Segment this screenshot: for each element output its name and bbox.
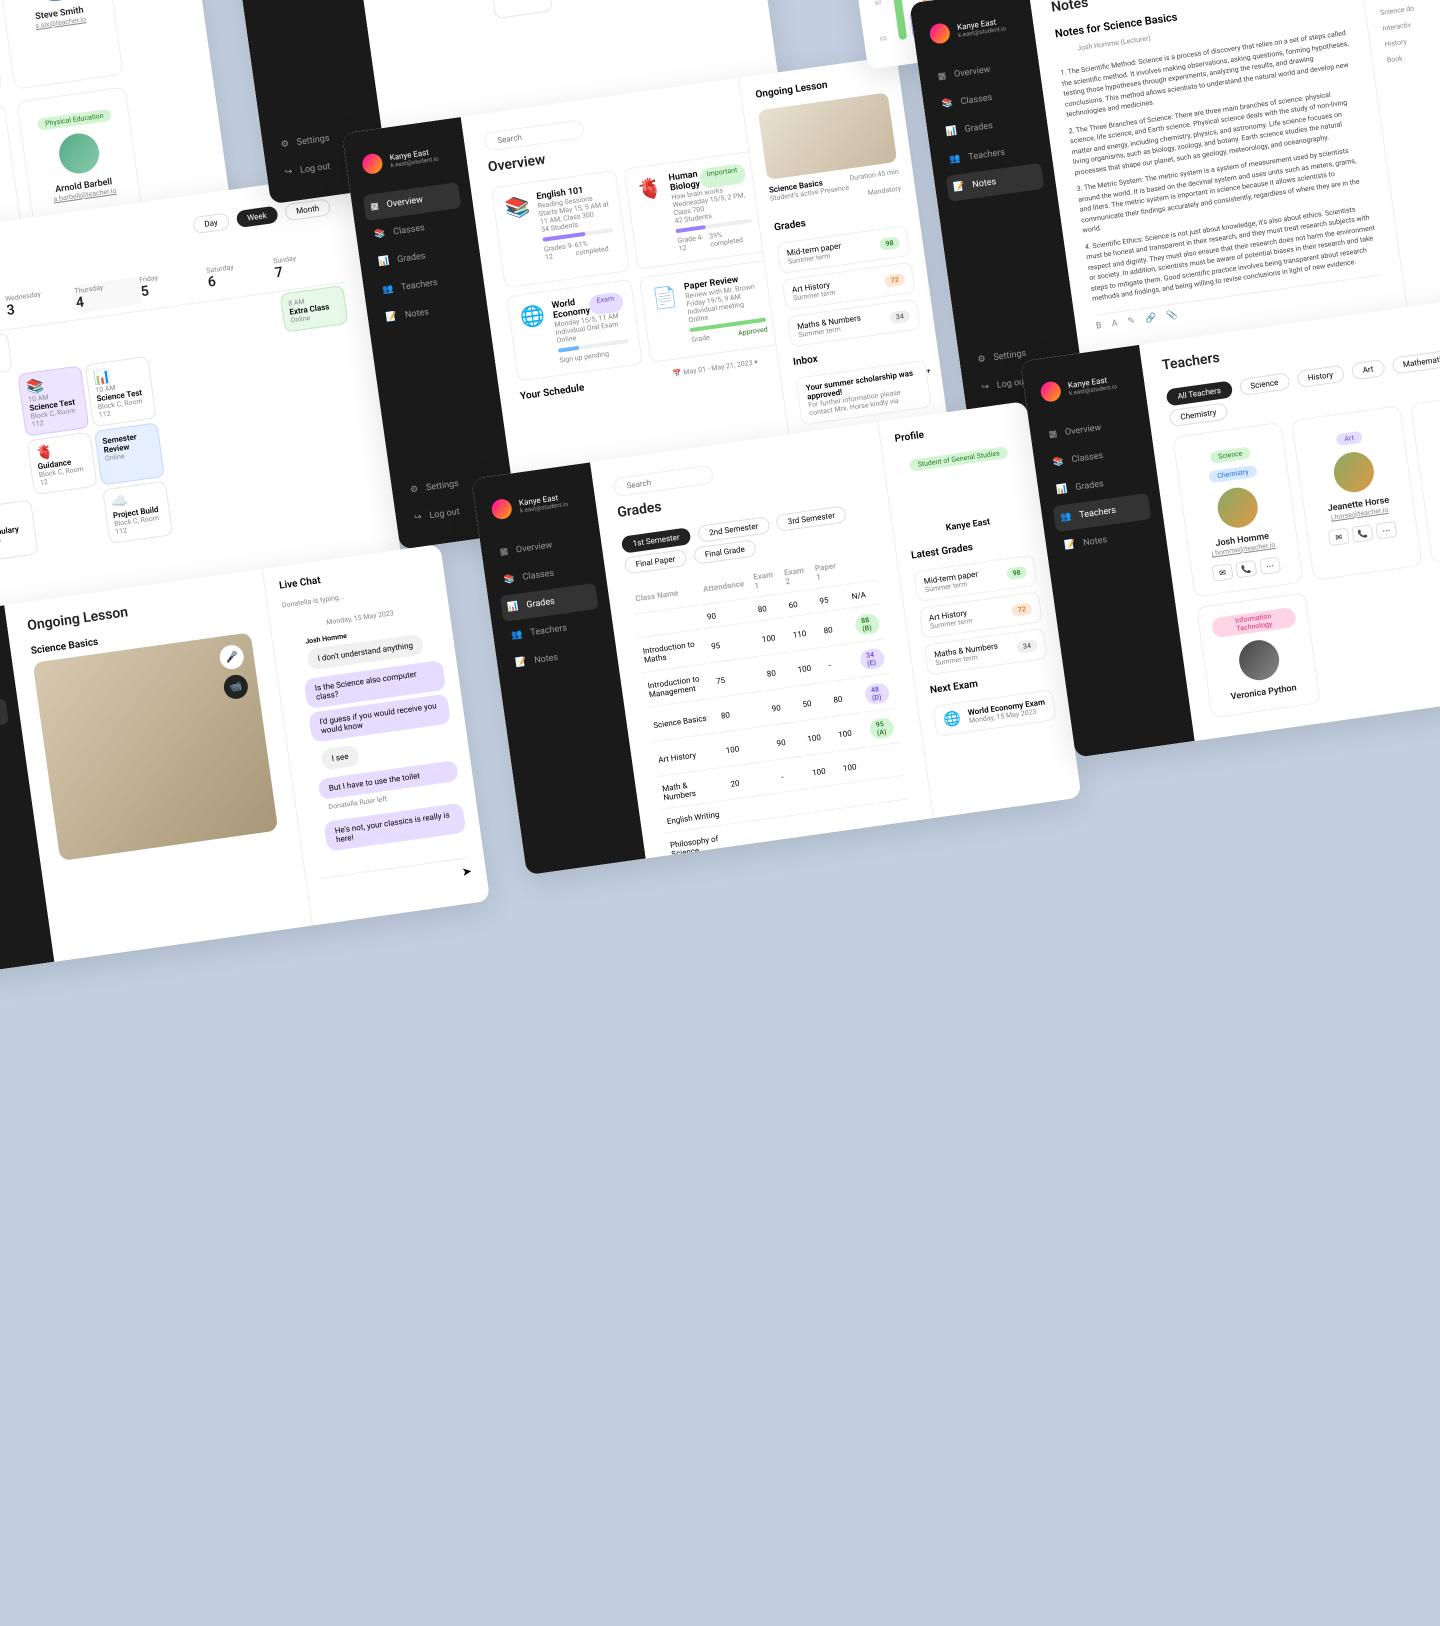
avatar <box>941 470 986 515</box>
sidebar-user[interactable]: Kanye Eastk.east@student.io <box>1035 366 1134 407</box>
day-header: Wednesday3 <box>5 286 76 323</box>
attach-icon[interactable]: 📎 <box>1166 310 1179 321</box>
cal-event[interactable]: 🫀GuidanceBlock C, Room 12 <box>27 432 98 495</box>
view-day[interactable]: Day <box>192 212 229 234</box>
cal-event[interactable]: ☁️Project BuildBlock C, Room 112 <box>102 481 173 544</box>
view-month[interactable]: Month <box>284 198 331 221</box>
avatar <box>1039 380 1062 403</box>
link-icon[interactable]: 🔗 <box>1145 313 1158 324</box>
semester-tab[interactable]: Final Grade <box>693 539 757 564</box>
semester-tab[interactable]: 2nd Semester <box>697 516 770 543</box>
filter-chip[interactable]: All Teachers <box>1166 380 1233 406</box>
filter-chip[interactable]: Mathematics <box>1391 348 1440 374</box>
cal-event[interactable]: 📚10 AMScience TestBlock C, Room 112 <box>18 365 90 436</box>
mail-icon[interactable]: ✉ <box>1328 528 1350 547</box>
mic-icon[interactable]: 🎤 <box>218 644 245 671</box>
cal-event[interactable]: Semester ReviewOnline <box>94 422 165 485</box>
camera-icon[interactable]: 📹 <box>222 673 249 700</box>
notes-content: 1. The Scientific Method: Science is a p… <box>1060 28 1380 305</box>
day-header: Thursday4 <box>72 276 143 313</box>
globe-icon: 🌐 <box>519 302 553 369</box>
lesson-video[interactable]: 🎤 📹 <box>33 632 279 861</box>
date-range[interactable]: 📅 May 01 - May 21, 2023 ▾ <box>673 358 759 381</box>
avatar <box>32 0 77 4</box>
semester-tab[interactable]: 3rd Semester <box>776 505 847 532</box>
avatar <box>929 22 952 45</box>
day-header: Saturday6 <box>206 258 277 295</box>
avatar <box>310 804 326 820</box>
avatar <box>287 638 303 654</box>
day-header: Friday5 <box>139 267 210 304</box>
inbox-msg[interactable]: Your summer scholarship was approved!For… <box>795 360 931 426</box>
books-icon: 📚 <box>503 193 537 266</box>
nav-notes[interactable]: 📝 Notes <box>251 0 350 3</box>
search-input[interactable] <box>613 464 715 497</box>
view-week[interactable]: Week <box>235 206 278 229</box>
mail-icon[interactable]: ✉ <box>1212 563 1234 582</box>
cal-event[interactable]: 📖VocabularyHall 01 <box>0 500 39 563</box>
teacher-card[interactable]: Information Technology Veronica Python <box>1196 592 1321 718</box>
lesson-card[interactable]: 🫀 Human BiologyImportant How brain works… <box>623 151 768 270</box>
avatar <box>1331 450 1376 495</box>
filter-chip[interactable]: Chemistry <box>1168 402 1228 427</box>
phone-icon[interactable]: 📞 <box>1352 524 1374 543</box>
grades-table: Class NameAttendanceExam 1Exam 2Paper 1 … <box>627 548 915 869</box>
send-icon[interactable]: ➤ <box>461 864 473 879</box>
ongoing-lesson: Ongoing Lesson Science BasicsDuration 45… <box>755 72 902 211</box>
semester-tab[interactable]: Final Paper <box>624 549 688 574</box>
filter-chip[interactable]: Science <box>1238 372 1290 396</box>
nav-notes[interactable]: 📝 Notes <box>0 781 21 820</box>
sidebar-user[interactable]: Kanye Eastk.east@student.io <box>357 138 456 179</box>
avatar <box>1056 42 1072 58</box>
schedule-title: Your Schedule <box>520 383 586 403</box>
lesson-video-thumb[interactable] <box>758 92 897 180</box>
more-icon[interactable]: ⋯ <box>1259 556 1281 575</box>
teacher-card[interactable]: Mathematics Donatella Ruler d.ruler@teac… <box>0 0 3 107</box>
teacher-card[interactable]: Steve Smith s.six@teacher.io <box>0 0 124 90</box>
cal-event[interactable]: 📊10 AMScience TestBlock C, Room 112 <box>85 356 157 427</box>
bold-icon[interactable]: B <box>1095 320 1102 331</box>
avatar <box>302 746 318 762</box>
phone-icon[interactable]: 📞 <box>1235 560 1257 579</box>
sidebar-user[interactable]: Kanye Eastk.east@student.io <box>486 484 585 525</box>
more-icon[interactable]: ⋯ <box>1375 521 1397 540</box>
teachers-panel-2: Kanye Eastk.east@student.io ▦ Overview 📚… <box>1020 286 1440 757</box>
lesson-card[interactable]: 📄 Paper Review Review with Mr. Brown Fri… <box>638 260 781 364</box>
lesson-card[interactable]: 🌐 World EconomyExam Monday 15/5, 11 AM I… <box>506 279 642 382</box>
paper-icon: 📄 <box>651 284 684 349</box>
italic-icon[interactable]: A <box>1111 318 1118 329</box>
cal-event[interactable]: 📖Vocabulary <box>487 0 553 19</box>
avatar <box>57 131 102 176</box>
filter-chip[interactable]: History <box>1296 365 1345 388</box>
lesson-card[interactable]: 📚 English 101 Reading Sessions Starts Ma… <box>491 170 629 288</box>
grades-panel: Kanye Eastk.east@student.io ▦ Overview 📚… <box>471 401 1081 875</box>
lesson-chat-panel: Kanye Eastk.east@student.io ▦ Overview 📚… <box>0 544 490 978</box>
search-input[interactable] <box>483 119 585 152</box>
plus-icon[interactable]: + <box>926 366 932 376</box>
day-header: Sunday7 <box>273 248 344 285</box>
next-exam[interactable]: 🌐World Economy ExamMonday, 15 May 2023 <box>932 689 1056 737</box>
body-icon: 🫀 <box>635 175 671 258</box>
edit-icon[interactable]: ✎ <box>1127 316 1136 327</box>
avatar <box>490 498 513 521</box>
teacher-card[interactable]: Science Chemistry Josh Homme j.homme@tea… <box>1172 422 1303 598</box>
cal-event[interactable]: 8 AMExtra ClassOnline <box>280 285 349 332</box>
avatar <box>1215 485 1260 530</box>
teacher-card[interactable]: Art Jeanette Horse j.horse@teacher.io ✉📞… <box>1291 405 1422 581</box>
cal-event[interactable]: ☁️Project BuildBlock C, Room 112 <box>613 0 679 1</box>
avatar <box>1237 638 1282 683</box>
filter-chip[interactable]: Art <box>1351 359 1386 380</box>
chat-msg: I see <box>320 745 359 771</box>
avatar <box>361 152 384 175</box>
sidebar-user[interactable]: Kanye Eastk.east@student.io <box>924 8 1023 49</box>
